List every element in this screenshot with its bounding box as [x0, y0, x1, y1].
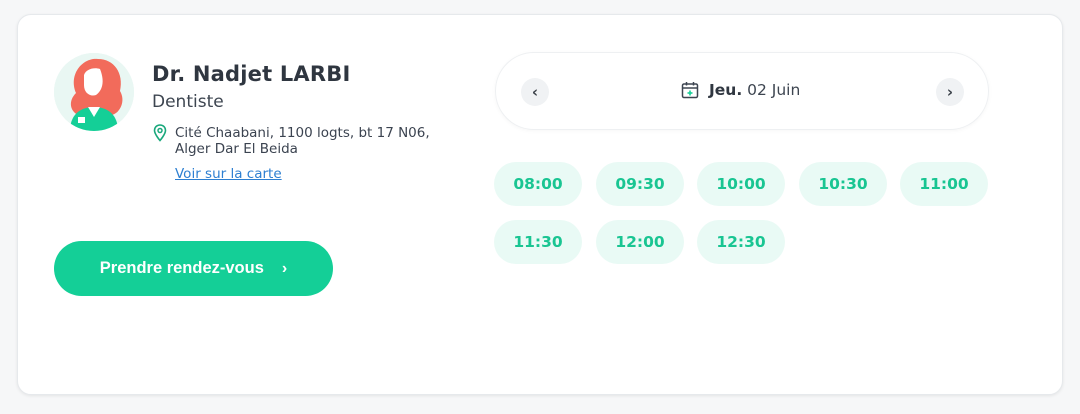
location-pin-icon: [153, 124, 167, 142]
selected-date: Jeu. 02 Juin: [681, 81, 800, 99]
time-slot[interactable]: 12:00: [596, 220, 684, 264]
next-day-button[interactable]: ›: [936, 78, 964, 106]
address-line-2: Alger Dar El Beida: [175, 141, 298, 157]
previous-day-button[interactable]: ‹: [521, 78, 549, 106]
doctor-specialty: Dentiste: [152, 92, 224, 112]
time-slot[interactable]: 12:30: [697, 220, 785, 264]
calendar-icon: [681, 82, 699, 99]
selected-day: Jeu.: [709, 81, 743, 99]
selected-date-text: 02 Juin: [747, 81, 801, 99]
time-slot[interactable]: 11:30: [494, 220, 582, 264]
time-slot[interactable]: 10:30: [799, 162, 887, 206]
view-on-map-link[interactable]: Voir sur la carte: [175, 166, 282, 182]
chevron-right-icon: ›: [281, 259, 288, 277]
book-appointment-label: Prendre rendez-vous: [99, 259, 264, 277]
date-selector: ‹ Jeu. 02 Juin ›: [495, 52, 989, 130]
doctor-name: Dr. Nadjet LARBI: [152, 62, 351, 86]
time-slot[interactable]: 11:00: [900, 162, 988, 206]
chevron-left-icon: ‹: [531, 83, 539, 101]
time-slot[interactable]: 09:30: [596, 162, 684, 206]
doctor-address: Cité Chaabani, 1100 logts, bt 17 N06, Al…: [175, 125, 465, 157]
time-slot[interactable]: 10:00: [697, 162, 785, 206]
address-line-1: Cité Chaabani, 1100 logts, bt 17 N06,: [175, 125, 430, 141]
doctor-card: Dr. Nadjet LARBI Dentiste Cité Chaabani,…: [17, 14, 1063, 395]
chevron-right-icon: ›: [946, 83, 954, 101]
time-slot[interactable]: 08:00: [494, 162, 582, 206]
doctor-avatar-icon: [54, 53, 134, 131]
book-appointment-button[interactable]: Prendre rendez-vous ›: [54, 241, 333, 296]
